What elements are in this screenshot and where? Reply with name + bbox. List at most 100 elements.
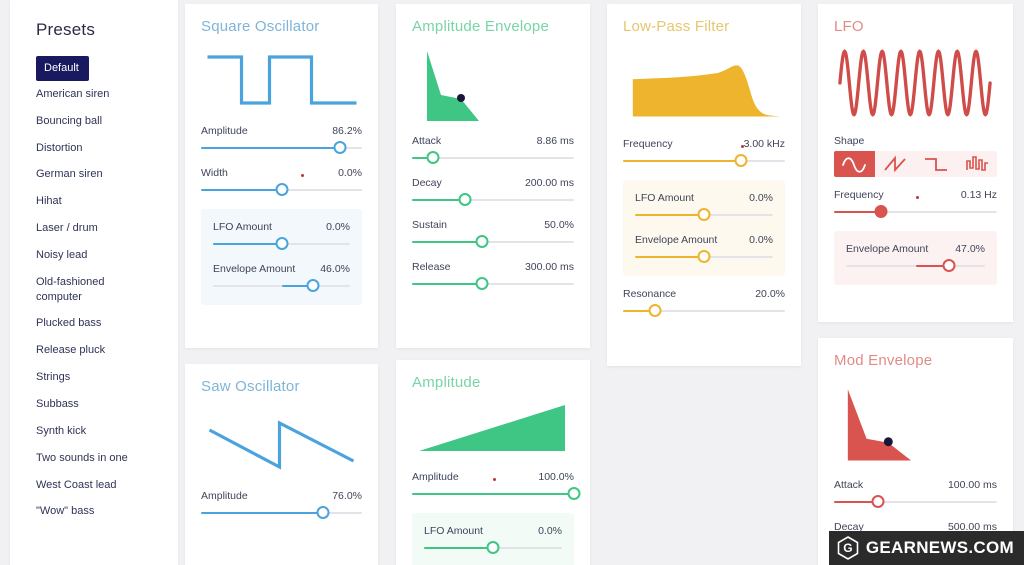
lfo-controls: Frequency 0.13 Hz: [834, 189, 997, 219]
presets-sidebar: Presets Default American siren Bouncing ba…: [10, 0, 178, 565]
preset-item[interactable]: Synth kick: [10, 418, 178, 445]
preset-item[interactable]: Plucked bass: [10, 310, 178, 337]
preset-item[interactable]: Subbass: [10, 391, 178, 418]
slider-track[interactable]: [201, 174, 362, 197]
slider-thumb[interactable]: [567, 487, 581, 500]
gearnews-logo-icon: G: [837, 536, 859, 560]
slider-row: Width 0.0%: [201, 167, 362, 197]
slider-value: 8.86 ms: [536, 135, 574, 147]
saw-wave-visual: [208, 420, 355, 470]
slider-label: LFO Amount: [424, 525, 483, 537]
slider-track-fill: [201, 147, 340, 149]
panel-title: Low-Pass Filter: [623, 18, 730, 35]
slider-label: Sustain: [412, 219, 448, 231]
slider-track-fill: [412, 493, 574, 495]
square-modulation-group: LFO Amount 0.0% Envelope Amount 46.0%: [201, 209, 362, 305]
slider-row: Release 300.00 ms: [412, 261, 574, 291]
slider-thumb[interactable]: [475, 277, 489, 290]
slider-track[interactable]: [201, 506, 362, 520]
slider-thumb[interactable]: [734, 154, 748, 167]
slider-track-fill: [412, 199, 466, 201]
slider-track-fill: [412, 241, 482, 243]
saw-wave-icon[interactable]: [875, 151, 916, 177]
slider-track[interactable]: [623, 304, 785, 318]
preset-item-wrapper: Default: [10, 56, 178, 81]
modulation-indicator-dot: [493, 478, 496, 481]
preset-item[interactable]: Two sounds in one: [10, 445, 178, 472]
slider-row: Envelope Amount 47.0%: [846, 243, 985, 273]
lfo-sine-visual: [838, 49, 992, 117]
slider-track[interactable]: [424, 541, 562, 555]
slider-track[interactable]: [412, 193, 574, 207]
slider-track[interactable]: [623, 145, 785, 168]
slider-thumb[interactable]: [275, 237, 288, 250]
slider-thumb[interactable]: [874, 205, 888, 218]
preset-item[interactable]: Bouncing ball: [10, 108, 178, 135]
preset-item[interactable]: German siren: [10, 161, 178, 188]
preset-item[interactable]: Release pluck: [10, 337, 178, 364]
slider-track[interactable]: [846, 259, 985, 273]
slider-track[interactable]: [213, 237, 350, 251]
lfo-modulation-group: Envelope Amount 47.0%: [834, 231, 997, 285]
preset-item[interactable]: Default: [36, 56, 89, 81]
sine-wave-icon[interactable]: [834, 151, 875, 177]
slider-thumb[interactable]: [275, 183, 288, 196]
slider-track[interactable]: [201, 141, 362, 155]
slider-thumb[interactable]: [426, 151, 440, 164]
slider-thumb[interactable]: [306, 279, 320, 292]
panel-title: Square Oscillator: [201, 18, 320, 35]
amplitude-ramp-visual: [419, 405, 565, 451]
slider-header: Amplitude 100.0%: [412, 471, 574, 483]
slider-track[interactable]: [412, 277, 574, 291]
slider-track[interactable]: [412, 478, 581, 501]
slider-thumb[interactable]: [475, 235, 489, 248]
slider-value: 200.00 ms: [524, 177, 574, 189]
slider-thumb[interactable]: [458, 193, 472, 206]
preset-item[interactable]: Old-fashioned computer: [10, 269, 178, 311]
preset-item[interactable]: Hihat: [10, 188, 178, 215]
slider-track[interactable]: [834, 196, 997, 219]
preset-item[interactable]: Noisy lead: [10, 242, 178, 269]
slider-thumb[interactable]: [942, 259, 956, 272]
slider-track[interactable]: [213, 279, 350, 293]
slider-track[interactable]: [412, 235, 574, 249]
slider-value: 0.0%: [326, 221, 350, 233]
slider-value: 100.0%: [538, 471, 574, 483]
slider-value: 0.0%: [749, 192, 773, 204]
lfo-shape-selector[interactable]: [834, 151, 997, 177]
noise-wave-icon[interactable]: [956, 151, 997, 177]
slider-row: LFO Amount 0.0%: [213, 221, 350, 251]
slider-row: Amplitude 76.0%: [201, 490, 362, 520]
square-wave-icon[interactable]: [916, 151, 957, 177]
slider-thumb[interactable]: [871, 495, 885, 508]
slider-value: 50.0%: [544, 219, 574, 231]
slider-label: Attack: [412, 135, 442, 147]
slider-header: Attack 8.86 ms: [412, 135, 574, 147]
low-pass-filter-modulation-group: LFO Amount 0.0% Envelope Amount 0.0%: [623, 180, 785, 276]
slider-label: Envelope Amount: [846, 243, 929, 255]
slider-value: 46.0%: [320, 263, 350, 275]
slider-label: Amplitude: [412, 471, 459, 483]
slider-thumb[interactable]: [333, 141, 347, 154]
slider-label: LFO Amount: [213, 221, 272, 233]
slider-row: LFO Amount 0.0%: [635, 192, 773, 222]
slider-track[interactable]: [635, 208, 773, 222]
preset-item[interactable]: American siren: [10, 81, 178, 108]
slider-thumb[interactable]: [486, 541, 500, 554]
slider-thumb[interactable]: [316, 506, 330, 519]
preset-item[interactable]: Distortion: [10, 135, 178, 162]
slider-track[interactable]: [412, 151, 574, 165]
preset-item[interactable]: "Wow" bass: [10, 498, 178, 525]
preset-item[interactable]: Strings: [10, 364, 178, 391]
slider-track[interactable]: [635, 250, 773, 264]
slider-track[interactable]: [834, 495, 997, 509]
slider-thumb[interactable]: [697, 208, 711, 221]
preset-item[interactable]: West Coast lead: [10, 472, 178, 499]
slider-thumb[interactable]: [697, 250, 711, 263]
slider-header: Frequency 3.00 kHz: [623, 138, 785, 150]
slider-thumb[interactable]: [648, 304, 662, 317]
slider-header: Frequency 0.13 Hz: [834, 189, 997, 201]
preset-item[interactable]: Laser / drum: [10, 215, 178, 242]
saw-controls: Amplitude 76.0%: [201, 490, 362, 520]
slider-value: 86.2%: [332, 125, 362, 137]
